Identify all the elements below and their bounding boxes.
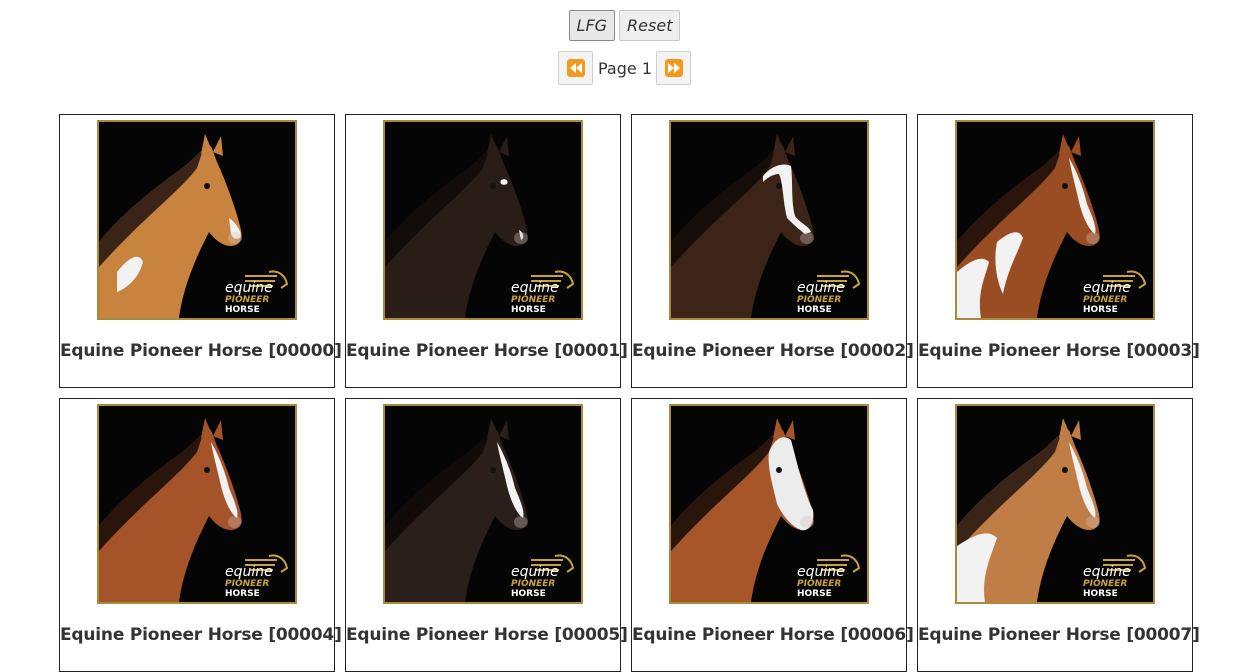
horse-title: Equine Pioneer Horse [00000] bbox=[60, 341, 342, 361]
logo-line3: HORSE bbox=[225, 589, 260, 599]
horse-grid: equine PIONEER HORSE Equine Pioneer Hors… bbox=[59, 114, 1200, 672]
horse-title: Equine Pioneer Horse [00004] bbox=[60, 625, 342, 645]
horse-title: Equine Pioneer Horse [00005] bbox=[346, 625, 628, 645]
horse-thumbnail: equine PIONEER HORSE bbox=[97, 404, 297, 604]
page-indicator: Page 1 bbox=[598, 58, 652, 78]
lfg-button[interactable]: LFG bbox=[568, 10, 616, 41]
horse-card[interactable]: equine PIONEER HORSE Equine Pioneer Hors… bbox=[917, 114, 1200, 388]
logo-line2: PIONEER bbox=[225, 579, 269, 589]
logo-line2: PIONEER bbox=[225, 295, 269, 305]
horse-card[interactable]: equine PIONEER HORSE Equine Pioneer Hors… bbox=[345, 398, 628, 672]
horse-card[interactable]: equine PIONEER HORSE Equine Pioneer Hors… bbox=[59, 398, 342, 672]
logo-line2: PIONEER bbox=[1083, 295, 1127, 305]
next-page-button[interactable] bbox=[656, 51, 691, 85]
horse-card[interactable]: equine PIONEER HORSE Equine Pioneer Hors… bbox=[59, 114, 342, 388]
logo-line3: HORSE bbox=[511, 305, 546, 315]
logo-line1: equine bbox=[225, 564, 273, 580]
horse-card[interactable]: equine PIONEER HORSE Equine Pioneer Hors… bbox=[631, 114, 914, 388]
logo-line3: HORSE bbox=[797, 589, 832, 599]
horse-card[interactable]: equine PIONEER HORSE Equine Pioneer Hors… bbox=[631, 398, 914, 672]
horse-portrait: equine PIONEER HORSE bbox=[99, 122, 295, 318]
horse-title: Equine Pioneer Horse [00001] bbox=[346, 341, 628, 361]
reset-button[interactable]: Reset bbox=[619, 10, 681, 41]
horse-thumbnail: equine PIONEER HORSE bbox=[383, 404, 583, 604]
logo-line1: equine bbox=[511, 564, 559, 580]
logo-line2: PIONEER bbox=[797, 295, 841, 305]
horse-thumbnail: equine PIONEER HORSE bbox=[955, 120, 1155, 320]
horse-portrait: equine PIONEER HORSE bbox=[385, 122, 581, 318]
fast-forward-icon bbox=[664, 59, 683, 77]
horse-thumbnail: equine PIONEER HORSE bbox=[669, 120, 869, 320]
logo-line2: PIONEER bbox=[1083, 579, 1127, 589]
horse-portrait: equine PIONEER HORSE bbox=[385, 406, 581, 602]
pagination: Page 1 bbox=[0, 51, 1249, 85]
horse-thumbnail: equine PIONEER HORSE bbox=[383, 120, 583, 320]
logo-line3: HORSE bbox=[797, 305, 832, 315]
horse-title: Equine Pioneer Horse [00007] bbox=[918, 625, 1200, 645]
logo-line3: HORSE bbox=[1083, 589, 1118, 599]
logo-line1: equine bbox=[1083, 280, 1131, 296]
rewind-icon bbox=[566, 59, 585, 77]
horse-portrait: equine PIONEER HORSE bbox=[671, 406, 867, 602]
horse-thumbnail: equine PIONEER HORSE bbox=[669, 404, 869, 604]
logo-line1: equine bbox=[1083, 564, 1131, 580]
logo-line3: HORSE bbox=[511, 589, 546, 599]
logo-line2: PIONEER bbox=[511, 579, 555, 589]
horse-portrait: equine PIONEER HORSE bbox=[957, 122, 1153, 318]
logo-line2: PIONEER bbox=[797, 579, 841, 589]
previous-page-button[interactable] bbox=[558, 51, 593, 85]
logo-line1: equine bbox=[797, 564, 845, 580]
logo-line2: PIONEER bbox=[511, 295, 555, 305]
horse-thumbnail: equine PIONEER HORSE bbox=[97, 120, 297, 320]
horse-title: Equine Pioneer Horse [00002] bbox=[632, 341, 914, 361]
horse-portrait: equine PIONEER HORSE bbox=[99, 406, 295, 602]
logo-line1: equine bbox=[797, 280, 845, 296]
logo-line1: equine bbox=[511, 280, 559, 296]
filter-toolbar: LFG Reset bbox=[0, 10, 1249, 41]
horse-thumbnail: equine PIONEER HORSE bbox=[955, 404, 1155, 604]
logo-line1: equine bbox=[225, 280, 273, 296]
logo-line3: HORSE bbox=[225, 305, 260, 315]
horse-title: Equine Pioneer Horse [00006] bbox=[632, 625, 914, 645]
horse-title: Equine Pioneer Horse [00003] bbox=[918, 341, 1200, 361]
horse-portrait: equine PIONEER HORSE bbox=[957, 406, 1153, 602]
logo-line3: HORSE bbox=[1083, 305, 1118, 315]
horse-card[interactable]: equine PIONEER HORSE Equine Pioneer Hors… bbox=[917, 398, 1200, 672]
horse-portrait: equine PIONEER HORSE bbox=[671, 122, 867, 318]
horse-card[interactable]: equine PIONEER HORSE Equine Pioneer Hors… bbox=[345, 114, 628, 388]
